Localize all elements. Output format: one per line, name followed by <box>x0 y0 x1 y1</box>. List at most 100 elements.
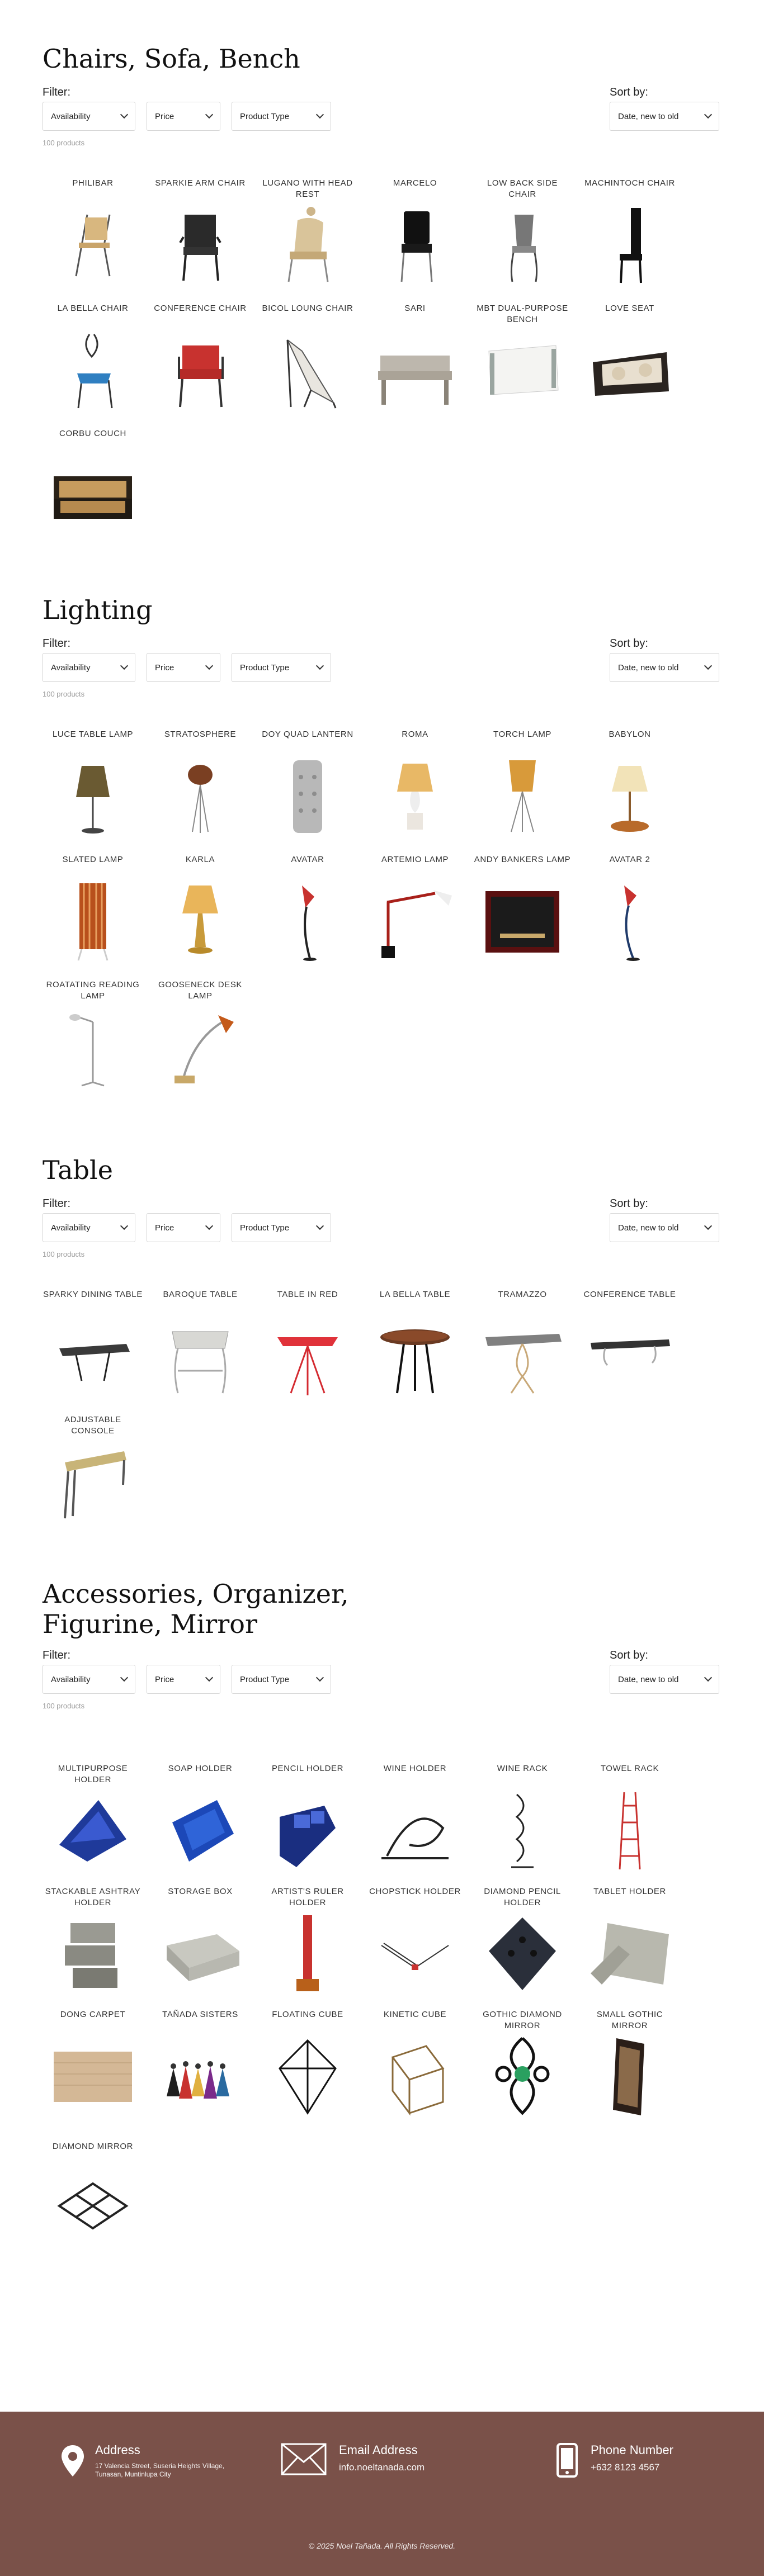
product-card[interactable]: TOWEL RACK <box>579 1763 680 1873</box>
product-card[interactable]: LOW BACK SIDE CHAIR <box>472 178 573 287</box>
product-image <box>76 766 110 834</box>
product-image <box>57 2182 129 2230</box>
product-card[interactable]: PHILIBAR <box>43 178 143 287</box>
section-title: Accessories, Organizer, Figurine, Mirror <box>43 1579 721 1639</box>
product-image <box>620 208 642 283</box>
product-card[interactable]: ANDY BANKERS LAMP <box>472 854 573 964</box>
product-card[interactable]: GOOSENECK DESK LAMP <box>150 979 251 1089</box>
sort-select[interactable]: Date, new to old <box>610 1665 719 1694</box>
product-card[interactable]: LUCE TABLE LAMP <box>43 729 143 839</box>
product-card[interactable]: KINETIC CUBE <box>365 2009 465 2119</box>
address-title: Address <box>95 2443 140 2457</box>
product-card[interactable]: TABLET HOLDER <box>579 1886 680 1996</box>
product-card[interactable]: GOTHIC DIAMOND MIRROR <box>472 2009 573 2119</box>
product-card[interactable]: SMALL GOTHIC MIRROR <box>579 2009 680 2119</box>
product-type-filter[interactable]: Product Type <box>232 653 331 682</box>
product-card[interactable]: DIAMOND MIRROR <box>43 2141 143 2251</box>
product-name: ARTEMIO LAMP <box>381 855 449 864</box>
sort-value: Date, new to old <box>618 662 679 673</box>
availability-filter[interactable]: Availability <box>43 102 135 131</box>
product-card[interactable]: LOVE SEAT <box>579 303 680 413</box>
product-card[interactable]: DIAMOND PENCIL HOLDER <box>472 1886 573 1996</box>
product-card[interactable]: PENCIL HOLDER <box>257 1763 358 1873</box>
product-card[interactable]: DOY QUAD LANTERN <box>257 729 358 839</box>
product-card[interactable]: TORCH LAMP <box>472 729 573 839</box>
product-card[interactable]: WINE RACK <box>472 1763 573 1873</box>
price-filter[interactable]: Price <box>147 102 220 131</box>
product-card[interactable]: LA BELLA TABLE <box>365 1289 465 1399</box>
product-card[interactable]: BAROQUE TABLE <box>150 1289 251 1399</box>
sort-select[interactable]: Date, new to old <box>610 1213 719 1242</box>
product-card[interactable]: MARCELO <box>365 178 465 287</box>
availability-filter[interactable]: Availability <box>43 1213 135 1242</box>
product-card[interactable]: ROATATING READING LAMP <box>43 979 143 1089</box>
product-card[interactable]: AVATAR 2 <box>579 854 680 964</box>
product-image <box>302 886 317 961</box>
price-filter[interactable]: Price <box>147 1665 220 1694</box>
product-type-filter[interactable]: Product Type <box>232 102 331 131</box>
availability-filter[interactable]: Availability <box>43 653 135 682</box>
product-card[interactable]: ARTIST'S RULER HOLDER <box>257 1886 358 1996</box>
product-card[interactable]: AVATAR <box>257 854 358 964</box>
product-card[interactable]: SPARKIE ARM CHAIR <box>150 178 251 287</box>
product-image <box>59 1344 130 1381</box>
product-card[interactable]: SOAP HOLDER <box>150 1763 251 1873</box>
product-card[interactable]: DONG CARPET <box>43 2009 143 2119</box>
product-image <box>280 1806 336 1867</box>
product-card[interactable]: ADJUSTABLE CONSOLE <box>43 1414 143 1524</box>
product-card[interactable]: STRATOSPHERE <box>150 729 251 839</box>
product-type-filter[interactable]: Product Type <box>232 1213 331 1242</box>
chevron-down-icon <box>120 110 129 119</box>
location-pin-icon <box>62 2445 84 2476</box>
product-card[interactable]: LUGANO WITH HEAD REST <box>257 178 358 287</box>
product-card[interactable]: CORBU COUCH <box>43 428 143 538</box>
product-image <box>172 1331 229 1394</box>
product-image <box>179 215 221 281</box>
product-image <box>488 345 559 395</box>
product-image <box>378 356 452 405</box>
filter-value: Availability <box>51 111 91 121</box>
product-card[interactable]: CONFERENCE TABLE <box>579 1289 680 1399</box>
product-image <box>296 1915 319 1991</box>
product-card[interactable]: STACKABLE ASHTRAY HOLDER <box>43 1886 143 1996</box>
sort-select[interactable]: Date, new to old <box>610 653 719 682</box>
product-image <box>381 890 452 958</box>
price-filter[interactable]: Price <box>147 1213 220 1242</box>
product-card[interactable]: BICOL LOUNG CHAIR <box>257 303 358 413</box>
product-card[interactable]: WINE HOLDER <box>365 1763 465 1873</box>
product-card[interactable]: TRAMAZZO <box>472 1289 573 1399</box>
phone-link[interactable]: +632 8123 4567 <box>591 2462 659 2473</box>
product-card[interactable]: MULTIPURPOSE HOLDER <box>43 1763 143 1873</box>
product-card[interactable]: SLATED LAMP <box>43 854 143 964</box>
availability-filter[interactable]: Availability <box>43 1665 135 1694</box>
product-card[interactable]: MBT DUAL-PURPOSE BENCH <box>472 303 573 413</box>
product-card[interactable]: CHOPSTICK HOLDER <box>365 1886 465 1996</box>
product-card[interactable]: KARLA <box>150 854 251 964</box>
product-card[interactable]: BABYLON <box>579 729 680 839</box>
product-card[interactable]: ROMA <box>365 729 465 839</box>
product-card[interactable]: STORAGE BOX <box>150 1886 251 1996</box>
sort-value: Date, new to old <box>618 1674 679 1684</box>
product-image <box>167 1934 239 1981</box>
chevron-down-icon <box>704 661 713 670</box>
product-name: STACKABLE ASHTRAY HOLDER <box>45 1887 141 1907</box>
product-card[interactable]: FLOATING CUBE <box>257 2009 358 2119</box>
filter-value: Price <box>155 111 175 121</box>
email-link[interactable]: info.noeltanada.com <box>339 2462 425 2473</box>
product-card[interactable]: SPARKY DINING TABLE <box>43 1289 143 1399</box>
filter-label: Filter: <box>43 1649 70 1661</box>
product-name: KINETIC CUBE <box>383 2010 447 2019</box>
sort-select[interactable]: Date, new to old <box>610 102 719 131</box>
product-card[interactable]: CONFERENCE CHAIR <box>150 303 251 413</box>
product-image <box>619 1792 641 1870</box>
price-filter[interactable]: Price <box>147 653 220 682</box>
product-card[interactable]: TAÑADA SISTERS <box>150 2009 251 2119</box>
product-type-filter[interactable]: Product Type <box>232 1665 331 1694</box>
sort-value: Date, new to old <box>618 1223 679 1233</box>
product-name: MACHINTOCH CHAIR <box>584 178 675 188</box>
product-card[interactable]: MACHINTOCH CHAIR <box>579 178 680 287</box>
product-card[interactable]: ARTEMIO LAMP <box>365 854 465 964</box>
product-card[interactable]: LA BELLA CHAIR <box>43 303 143 413</box>
product-card[interactable]: SARI <box>365 303 465 413</box>
product-card[interactable]: TABLE IN RED <box>257 1289 358 1399</box>
